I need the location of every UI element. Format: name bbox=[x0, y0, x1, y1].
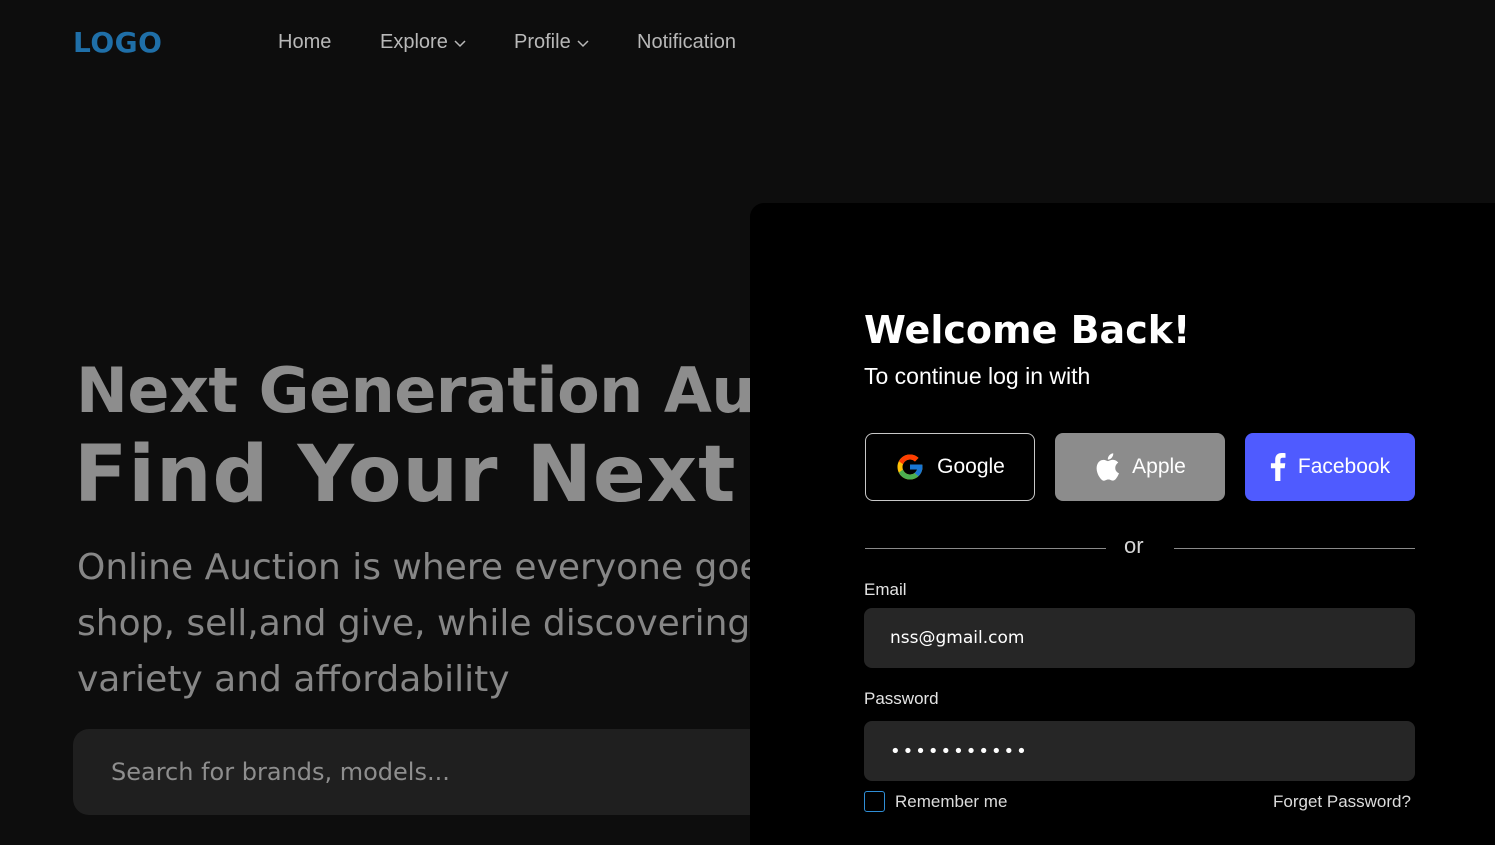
apple-login-button[interactable]: Apple bbox=[1055, 433, 1225, 501]
remember-me-checkbox[interactable] bbox=[864, 791, 885, 812]
or-separator: or bbox=[1124, 533, 1144, 558]
hero-description-line: Online Auction is where everyone goes to bbox=[77, 547, 750, 588]
facebook-login-button[interactable]: Facebook bbox=[1245, 433, 1415, 501]
hero-description-line: shop, sell,and give, while discovering bbox=[77, 603, 750, 644]
divider-line bbox=[865, 548, 1106, 549]
facebook-login-label: Facebook bbox=[1297, 455, 1391, 478]
email-label: Email bbox=[864, 580, 907, 599]
search-bar bbox=[73, 729, 750, 815]
divider-line bbox=[1174, 548, 1415, 549]
google-login-button[interactable]: Google bbox=[865, 433, 1035, 501]
remember-me-label[interactable]: Remember me bbox=[895, 792, 1007, 812]
login-panel: Welcome Back! To continue log in with Go… bbox=[750, 203, 1495, 845]
forget-password-link[interactable]: Forget Password? bbox=[1273, 792, 1411, 812]
password-label: Password bbox=[864, 689, 939, 708]
email-field[interactable] bbox=[864, 608, 1415, 668]
google-icon bbox=[897, 454, 923, 480]
login-subtitle: To continue log in with bbox=[864, 363, 1091, 389]
password-field[interactable] bbox=[864, 721, 1415, 781]
hero-headline-line2: Find Your Next Deal bbox=[74, 430, 750, 520]
google-login-label: Google bbox=[937, 455, 1005, 478]
hero-description-line: variety and affordability bbox=[77, 659, 510, 700]
hero-description: Online Auction is where everyone goes to… bbox=[77, 540, 750, 708]
search-input[interactable] bbox=[111, 751, 750, 793]
login-title: Welcome Back! bbox=[864, 308, 1191, 352]
hero-headline-line1: Next Generation Auction bbox=[76, 354, 750, 427]
facebook-icon bbox=[1270, 453, 1286, 481]
apple-login-label: Apple bbox=[1132, 455, 1186, 478]
hero-section: Next Generation Auction Find Your Next D… bbox=[0, 0, 750, 845]
remember-me: Remember me bbox=[864, 791, 1007, 812]
apple-icon bbox=[1096, 453, 1120, 481]
